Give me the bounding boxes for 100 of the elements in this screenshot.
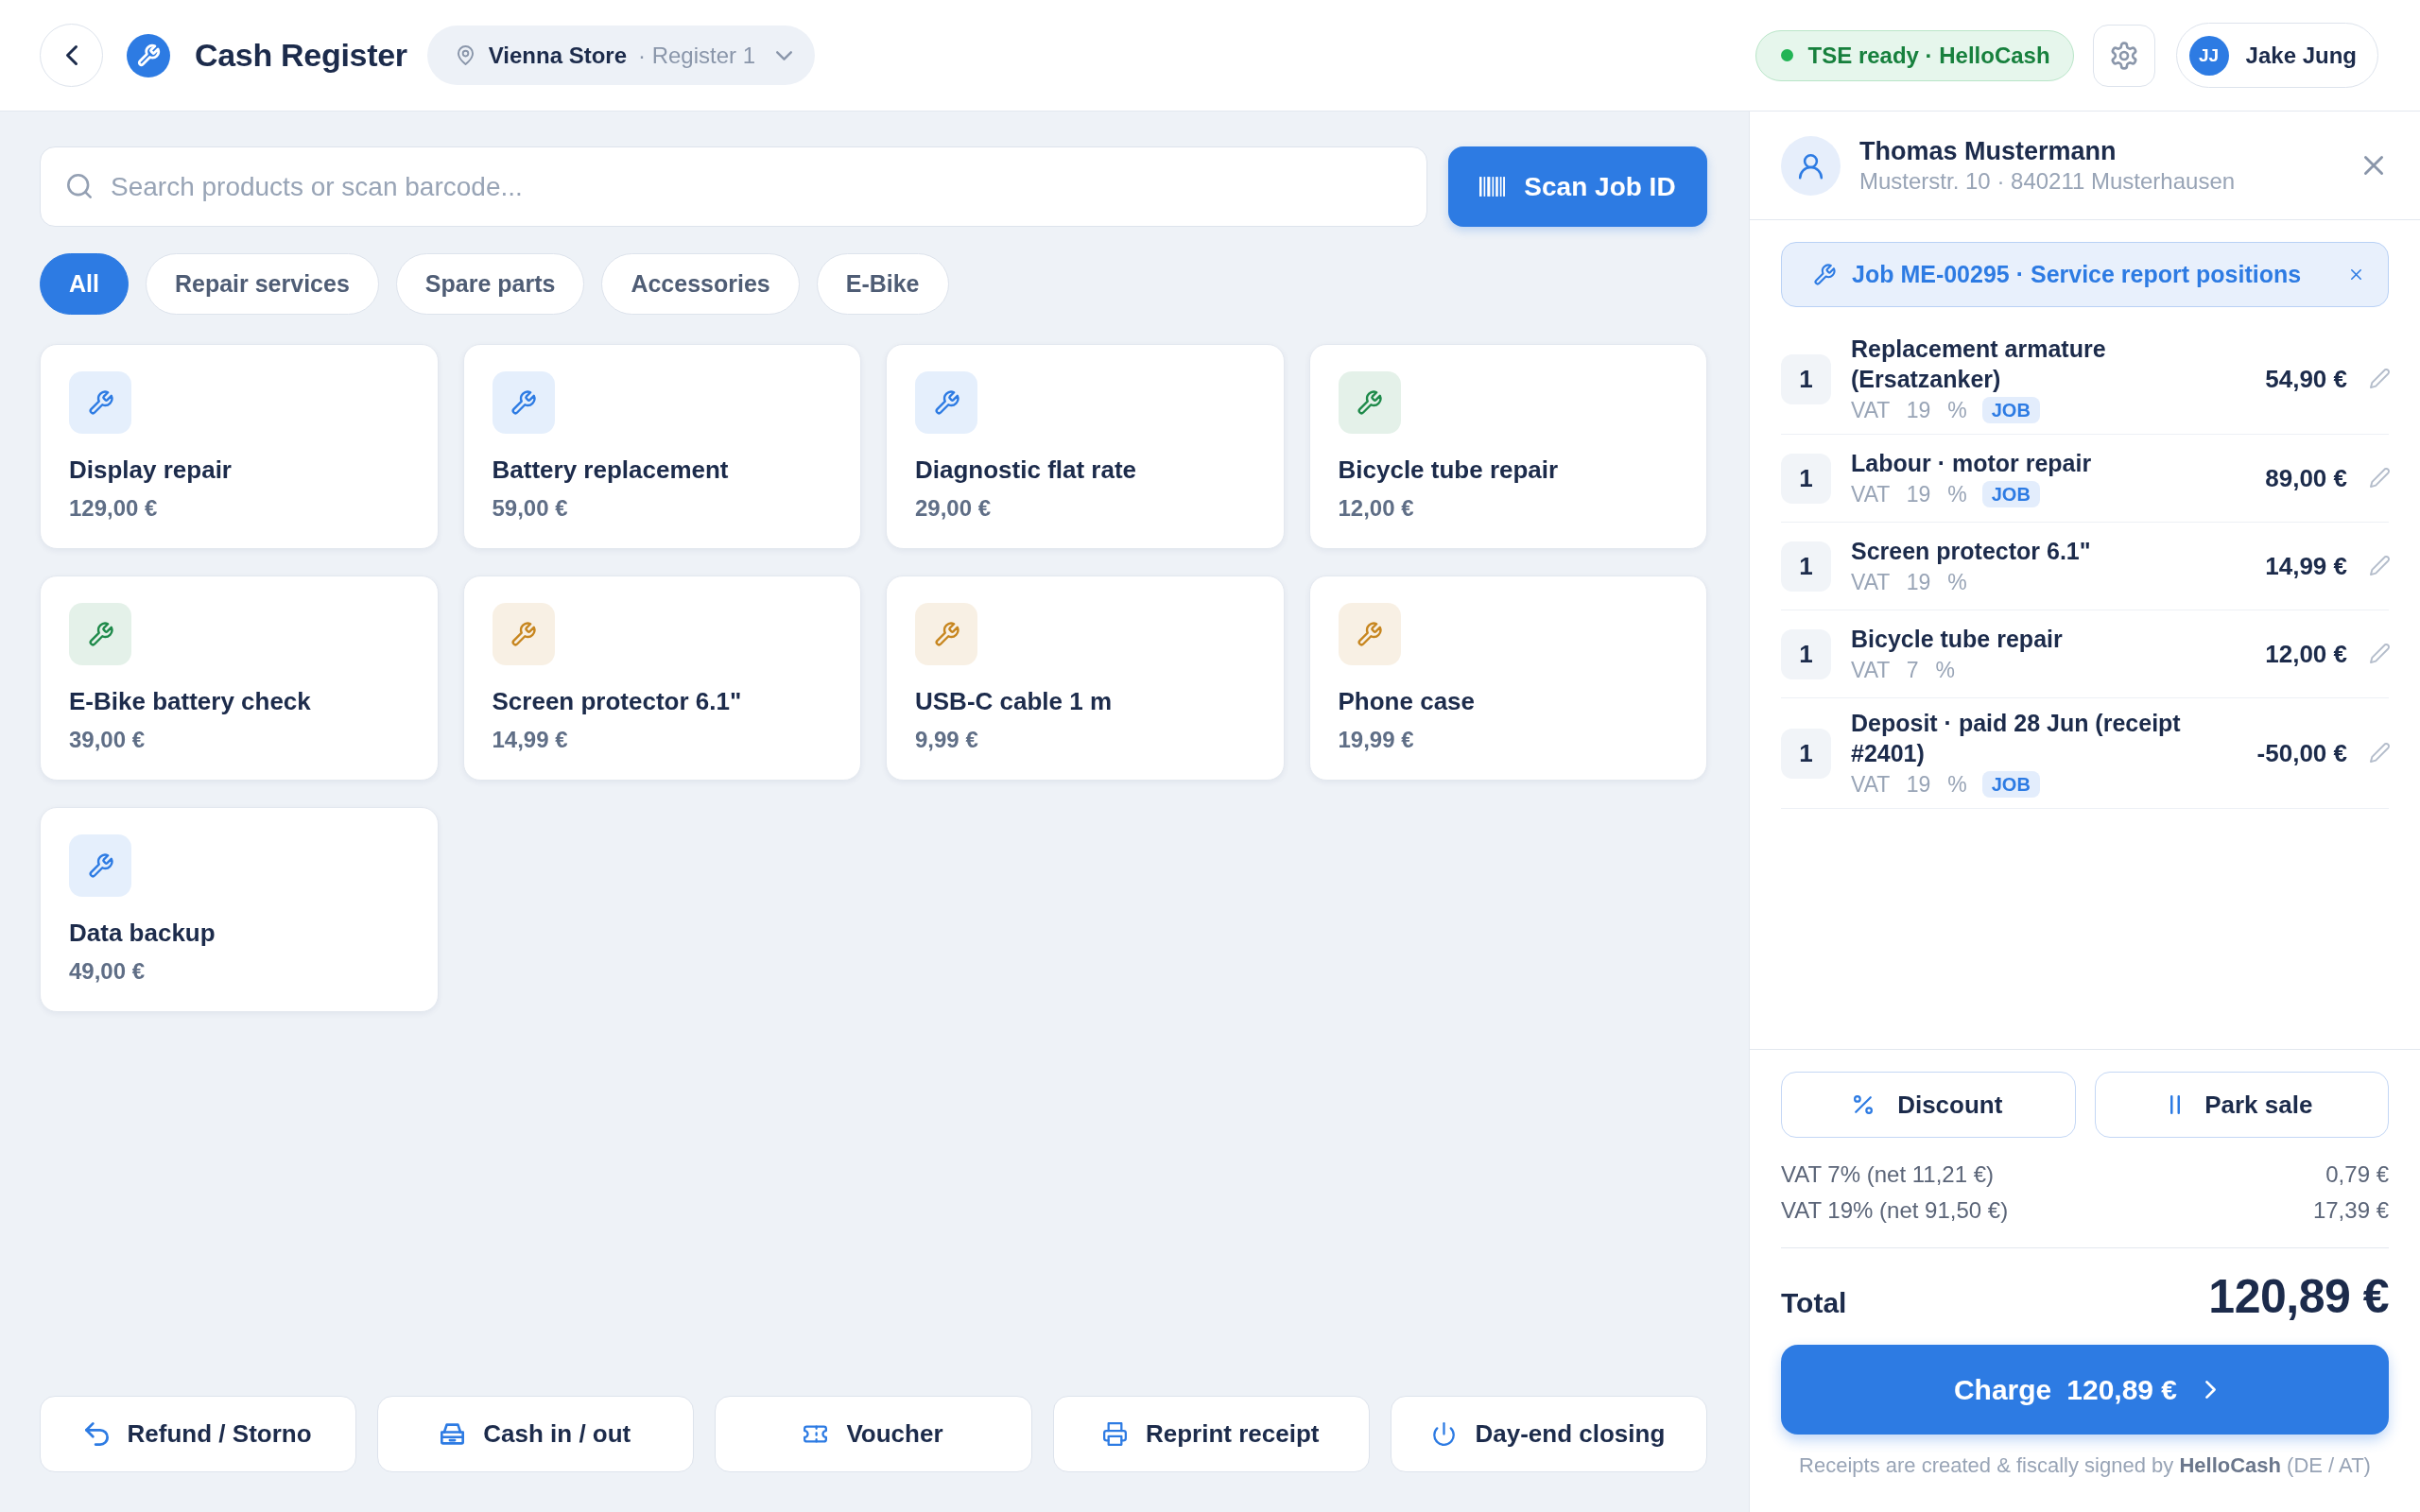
item-quantity: 1 <box>1781 453 1831 504</box>
power-icon <box>1432 1422 1457 1446</box>
store-selector[interactable]: Vienna Store · Register 1 <box>426 26 816 85</box>
category-tab[interactable]: Repair services <box>145 253 379 315</box>
item-vat: VAT 19 % <box>1851 397 1967 423</box>
barcode-icon <box>1479 177 1506 197</box>
item-name: Deposit · paid 28 Jun (receipt #2401) <box>1851 709 2182 768</box>
item-price: 14,99 € <box>2265 551 2347 581</box>
product-card[interactable]: E-Bike battery check 39,00 € <box>40 576 439 781</box>
item-name: Labour · motor repair <box>1851 449 2093 478</box>
item-quantity: 1 <box>1781 628 1831 679</box>
tray-icon <box>441 1422 465 1446</box>
tax-amount: 0,79 € <box>2325 1160 2389 1189</box>
chevron-right-icon <box>2205 1381 2217 1399</box>
logo-icon <box>127 33 170 77</box>
product-card[interactable]: Phone case 19,99 € <box>1308 576 1707 781</box>
undo-arrow-icon <box>84 1422 109 1446</box>
ticket-icon <box>804 1422 828 1446</box>
job-tag: JOB <box>1981 481 2040 507</box>
product-price: 49,00 € <box>69 957 146 986</box>
total-label: Total <box>1781 1287 1847 1319</box>
total-amount: 120,89 € <box>2208 1269 2389 1324</box>
user-avatar: JJ <box>2188 35 2229 76</box>
item-price: 89,00 € <box>2265 463 2347 493</box>
person-icon <box>1781 135 1841 196</box>
category-tab[interactable]: E-Bike <box>816 253 949 315</box>
pencil-icon <box>2370 369 2389 388</box>
category-tab[interactable]: All <box>40 253 129 315</box>
job-banner-text: Job ME-00295 · Service report positions <box>1852 261 2303 288</box>
tax-label: VAT 19% (net 91,50 €) <box>1781 1196 2009 1225</box>
job-tag: JOB <box>1981 771 2040 798</box>
edit-button[interactable] <box>2370 369 2389 388</box>
action-button[interactable]: Cash in / out <box>377 1396 695 1472</box>
action-button[interactable]: Reprint receipt <box>1052 1396 1370 1472</box>
settings-button[interactable] <box>2092 24 2155 87</box>
chevron-left-icon <box>65 45 78 65</box>
status-label: TSE ready · HelloCash <box>1807 42 2050 69</box>
pencil-icon <box>2370 744 2389 763</box>
pencil-icon <box>2370 557 2389 576</box>
pencil-icon <box>2370 469 2389 488</box>
printer-icon <box>1102 1422 1127 1446</box>
item-vat: VAT 19 % <box>1851 569 1967 595</box>
category-tab[interactable]: Spare parts <box>395 253 585 315</box>
product-card[interactable]: Screen protector 6.1" 14,99 € <box>462 576 861 781</box>
edit-button[interactable] <box>2370 557 2389 576</box>
search-field[interactable]: Search products or scan barcode... <box>40 146 1427 227</box>
product-name: Diagnostic flat rate <box>915 455 1137 484</box>
product-price: 12,00 € <box>1338 494 1414 523</box>
item-quantity: 1 <box>1781 541 1831 592</box>
tax-label: VAT 7% (net 11,21 €) <box>1781 1160 1994 1189</box>
item-vat: VAT 19 % <box>1851 481 1967 507</box>
edit-button[interactable] <box>2370 469 2389 488</box>
product-card[interactable]: Diagnostic flat rate 29,00 € <box>886 344 1285 549</box>
close-button[interactable] <box>2364 156 2383 175</box>
product-price: 29,00 € <box>915 494 992 523</box>
percent-icon <box>1854 1095 1874 1114</box>
banner-close-button[interactable] <box>2351 269 2361 280</box>
cart-action-button[interactable]: Discount <box>1781 1072 2076 1138</box>
settings-icon <box>2110 42 2137 69</box>
tax-amount: 17,39 € <box>2312 1196 2389 1225</box>
app-title: Cash Register <box>195 37 407 74</box>
cart-action-button[interactable]: Park sale <box>2094 1072 2389 1138</box>
action-button[interactable]: Voucher <box>715 1396 1032 1472</box>
customer-address: Musterstr. 10 · 840211 Musterhausen <box>1859 167 2237 196</box>
action-button[interactable]: Day-end closing <box>1390 1396 1707 1472</box>
product-name: Data backup <box>69 919 216 947</box>
customer-name: Thomas Mustermann <box>1859 136 2118 167</box>
item-name: Bicycle tube repair <box>1851 625 2064 654</box>
item-vat: VAT 19 % <box>1851 771 1967 798</box>
product-name: Screen protector 6.1" <box>492 687 742 715</box>
item-quantity: 1 <box>1781 728 1831 779</box>
category-tab[interactable]: Accessories <box>601 253 800 315</box>
edit-button[interactable] <box>2370 644 2389 663</box>
product-card[interactable]: Bicycle tube repair 12,00 € <box>1308 344 1707 549</box>
pause-icon <box>2170 1095 2181 1114</box>
product-card[interactable]: USB-C cable 1 m 9,99 € <box>886 576 1285 781</box>
edit-button[interactable] <box>2370 744 2389 763</box>
item-price: 54,90 € <box>2265 364 2347 394</box>
scan-job-button[interactable]: Scan Job ID <box>1448 146 1707 227</box>
product-name: USB-C cable 1 m <box>915 687 1113 715</box>
search-icon <box>67 174 92 198</box>
job-tag: JOB <box>1981 397 2040 423</box>
item-quantity: 1 <box>1781 353 1831 404</box>
product-card[interactable]: Display repair 129,00 € <box>40 344 439 549</box>
user-menu-button[interactable]: JJ Jake Jung <box>2175 23 2378 88</box>
action-button[interactable]: Refund / Storno <box>40 1396 357 1472</box>
footnote: Receipts are created & fiscally signed by HelloCash (DE / AT) <box>1798 1452 2372 1479</box>
product-name: Display repair <box>69 455 232 484</box>
product-price: 14,99 € <box>492 726 568 754</box>
item-vat: VAT 7 % <box>1851 657 1955 683</box>
product-name: Bicycle tube repair <box>1338 455 1559 484</box>
product-card[interactable]: Battery replacement 59,00 € <box>462 344 861 549</box>
close-icon <box>2364 156 2383 175</box>
product-price: 59,00 € <box>492 494 568 523</box>
charge-button[interactable]: Charge 120,89 € <box>1781 1345 2389 1435</box>
chevron-down-icon <box>776 50 793 60</box>
status-dot-icon <box>1780 49 1793 61</box>
product-price: 9,99 € <box>915 726 978 754</box>
item-price: 12,00 € <box>2265 639 2347 669</box>
product-card[interactable]: Data backup 49,00 € <box>40 807 439 1012</box>
